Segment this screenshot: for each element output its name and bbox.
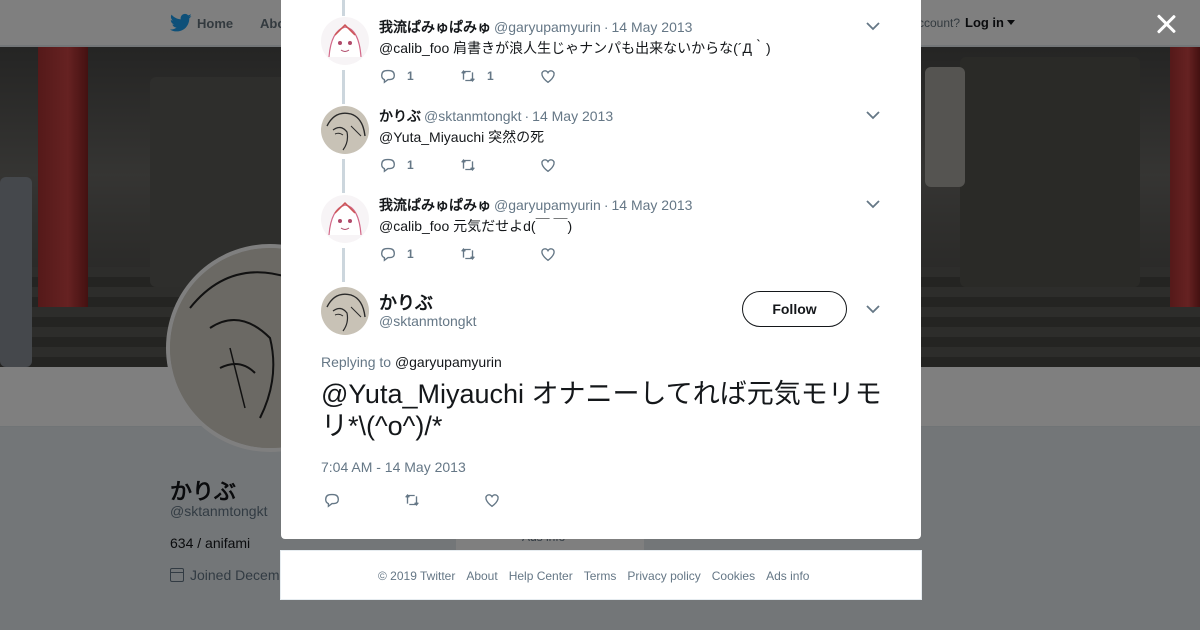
reply-icon [381,158,395,173]
thread-line [342,0,345,16]
reply-author-handle[interactable]: @garyupamyurin [494,197,601,213]
reply-text: @Yuta_Miyauchi 突然の死 [379,129,545,145]
like-action[interactable] [539,155,567,175]
footer-link-about[interactable]: About [466,569,497,583]
reply-author-handle[interactable]: @garyupamyurin [494,19,601,35]
reply-action[interactable]: 1 [379,66,414,86]
reply-actions: 1 [379,155,679,175]
footer-link-ads-info[interactable]: Ads info [766,569,809,583]
reply-author-name[interactable]: 我流ぱみゅぱみゅ [379,19,491,35]
reply-text: @calib_foo 肩書きが浪人生じゃナンパも出来ないからな(´Д｀) [379,40,771,56]
retweet-action[interactable] [403,490,421,510]
reply-header: かりぶ @sktanmtongkt · 14 May 2013 [379,106,613,126]
footer-link-cookies-text[interactable]: Cookies [712,569,755,583]
footer-link-help-center[interactable]: Help Center [509,569,573,583]
footer-link-privacy[interactable]: Privacy policy [627,569,700,583]
main-tweet-author-name[interactable]: かりぶ [379,289,433,315]
reply-action[interactable]: 1 [379,155,414,175]
close-icon[interactable] [1152,10,1180,38]
reply-header: 我流ぱみゅぱみゅ @garyupamyurin · 14 May 2013 [379,195,692,215]
reply-count: 1 [407,69,414,83]
reply-count: 1 [407,247,414,261]
separator-dot: · [603,197,609,213]
girl-avatar[interactable] [321,17,369,65]
like-icon [541,159,555,173]
separator-dot: · [524,108,530,124]
tweet-modal: 我流ぱみゅぱみゅ @garyupamyurin · 14 May 2013 @cali… [281,0,921,539]
reply-time[interactable]: 14 May 2013 [611,19,692,35]
main-tweet-text: @Yuta_Miyauchi オナニーしてれば元気モリモリ*\(^o^)/* [321,379,882,441]
footer-link-about-text[interactable]: About [466,569,497,583]
main-tweet-author-handle[interactable]: @sktanmtongkt [379,313,476,329]
reply-header: 我流ぱみゅぱみゅ @garyupamyurin · 14 May 2013 [379,17,692,37]
reply-icon [381,247,395,262]
footer-link-terms[interactable]: Terms [584,569,617,583]
reply-action[interactable] [323,490,341,510]
modal-footer: © 2019 Twitter About Help Center Terms P… [280,550,922,600]
like-action[interactable] [539,244,567,264]
separator-dot: · [603,19,609,35]
girl-avatar[interactable] [321,195,369,243]
reply-icon [381,69,395,84]
footer-links: © 2019 Twitter About Help Center Terms P… [378,569,820,583]
like-icon [541,248,555,262]
footer-link-help-center-text[interactable]: Help Center [509,569,573,583]
chevron-down-icon[interactable] [865,303,881,315]
footer-link-terms-text[interactable]: Terms [584,569,617,583]
reply-icon [325,493,339,508]
reply-time[interactable]: 14 May 2013 [611,197,692,213]
sketch-avatar[interactable] [321,106,369,154]
chevron-down-icon[interactable] [865,20,881,32]
main-tweet-timestamp[interactable]: 7:04 AM - 14 May 2013 [321,459,466,475]
reply-count: 1 [407,158,414,172]
footer-link-cookies[interactable]: Cookies [712,569,755,583]
reply-tweet[interactable]: 我流ぱみゅぱみゅ @garyupamyurin · 14 May 2013 @cali… [281,178,921,282]
footer-link-privacy-text[interactable]: Privacy policy [627,569,700,583]
sketch-avatar[interactable] [321,287,369,335]
reply-action[interactable]: 1 [379,244,414,264]
reply-tweet[interactable]: 我流ぱみゅぱみゅ @garyupamyurin · 14 May 2013 @cali… [281,0,921,104]
retweet-action[interactable] [459,244,487,264]
replying-prefix: Replying to [321,354,392,370]
like-action[interactable] [539,66,567,86]
reply-actions: 1 [379,244,679,264]
like-action[interactable] [483,490,501,510]
chevron-down-icon[interactable] [865,109,881,121]
thread-line [342,248,345,282]
reply-author-name[interactable]: 我流ぱみゅぱみゅ [379,197,491,213]
replying-to-link[interactable]: @garyupamyurin [395,354,502,370]
reply-time[interactable]: 14 May 2013 [532,108,613,124]
reply-author-handle[interactable]: @sktanmtongkt [424,108,521,124]
like-icon [485,494,499,508]
like-icon [541,70,555,84]
chevron-down-icon[interactable] [865,198,881,210]
retweet-count: 1 [487,69,494,83]
footer-link-ads-info-text[interactable]: Ads info [766,569,809,583]
reply-actions: 1 1 [379,66,679,86]
retweet-icon [405,493,419,507]
reply-author-name[interactable]: かりぶ [379,108,421,124]
replying-to: Replying to @garyupamyurin [321,354,502,370]
retweet-icon [461,247,475,261]
footer-copyright: © 2019 Twitter [378,569,456,583]
follow-button[interactable]: Follow [742,291,847,327]
retweet-icon [461,158,475,172]
main-tweet: かりぶ @sktanmtongkt Follow Replying to @ga… [281,278,921,518]
retweet-action[interactable] [459,155,487,175]
reply-tweet[interactable]: かりぶ @sktanmtongkt · 14 May 2013 @Yuta_Miyau… [281,89,921,193]
main-tweet-actions [321,490,621,510]
reply-text: @calib_foo 元気だせよd(￣ ￣) [379,218,573,234]
retweet-action[interactable]: 1 [459,66,494,86]
retweet-icon [461,69,475,83]
